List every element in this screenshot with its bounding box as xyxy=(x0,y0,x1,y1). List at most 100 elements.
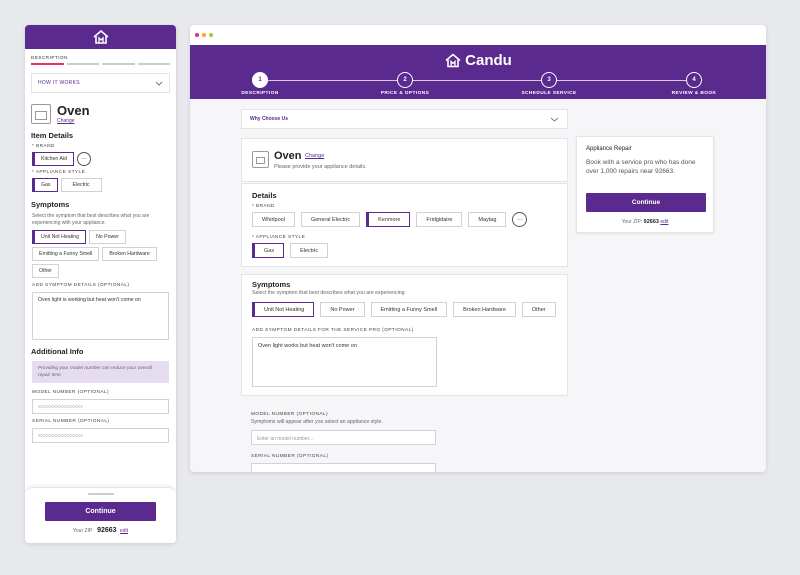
symptom-option[interactable]: Emitting a Funny Smell xyxy=(370,302,448,317)
step-schedule-service[interactable]: 3 SCHEDULE SERVICE xyxy=(504,72,594,96)
details-card: Details * BRAND Whirlpool General Electr… xyxy=(241,183,568,267)
step-number: 3 xyxy=(541,72,557,88)
progress-segment xyxy=(102,63,135,65)
brand-option[interactable]: Fridgidaire xyxy=(416,212,463,227)
serial-number-label: SERIAL NUMBER (OPTIONAL) xyxy=(32,419,110,425)
more-options-icon[interactable]: ··· xyxy=(76,152,91,166)
mobile-footer: Continue Your ZIP: 92663 edit xyxy=(25,487,176,543)
additional-info-heading: Additional Info xyxy=(31,347,84,356)
zip-edit-link[interactable]: edit xyxy=(660,219,668,225)
step-label: DESCRIPTION xyxy=(241,91,279,96)
change-link[interactable]: Change xyxy=(57,118,90,124)
symptom-option[interactable]: Other xyxy=(521,302,556,317)
step-price-options[interactable]: 2 PRICE & OPTIONS xyxy=(360,72,450,96)
symptom-option[interactable]: Emitting a Funny Smell xyxy=(32,247,100,261)
more-options-icon[interactable]: ··· xyxy=(512,212,528,227)
change-link[interactable]: Change xyxy=(305,153,324,159)
symptoms-heading: Symptoms xyxy=(252,280,291,289)
side-card-description: Book with a service pro who has done ove… xyxy=(586,159,696,176)
model-number-input[interactable]: Enter an model number... xyxy=(251,430,436,445)
style-option-gas[interactable]: Gas xyxy=(32,178,58,192)
continue-button[interactable]: Continue xyxy=(45,502,156,521)
model-number-input[interactable]: XXXXXXXXXXXXXXX xyxy=(32,399,169,415)
item-header: Oven Change xyxy=(25,93,176,124)
step-label: DESCRIPTION xyxy=(31,55,68,60)
zip-line: Your ZIP: 92663 edit xyxy=(577,219,713,225)
appliance-style-label: * APPLIANCE STYLE xyxy=(252,235,306,240)
brand-option[interactable]: Whirlpool xyxy=(252,212,295,227)
why-choose-us-accordion[interactable]: Why Choose Us xyxy=(241,109,568,129)
style-option-electric[interactable]: Electric xyxy=(290,243,329,258)
details-heading: Details xyxy=(252,191,277,200)
symptom-options: Unit Not Heating No Power Emitting a Fun… xyxy=(252,302,556,317)
symptom-details-textarea[interactable]: Oven light works but heat won't come on xyxy=(252,337,437,387)
candu-logo-icon[interactable] xyxy=(92,30,110,44)
brand-name: Candu xyxy=(465,52,512,69)
symptom-details-label: ADD SYMPTOM DETAILS FOR THE SERVICE PRO … xyxy=(252,328,414,333)
why-choose-us-label: Why Choose Us xyxy=(250,116,289,122)
close-window-dot[interactable] xyxy=(195,33,199,37)
symptom-details-textarea[interactable]: Oven light is working but heat won't com… xyxy=(32,292,169,340)
minimize-window-dot[interactable] xyxy=(202,33,206,37)
step-label: PRICE & OPTIONS xyxy=(380,91,430,96)
symptom-option[interactable]: Unit Not Heating xyxy=(32,230,87,244)
how-it-works-label: HOW IT WORKS xyxy=(38,80,80,86)
symptom-option[interactable]: No Power xyxy=(320,302,365,317)
step-number: 1 xyxy=(252,72,268,88)
oven-icon xyxy=(31,103,51,124)
symptom-details-label: ADD SYMPTOM DETAILS (OPTIONAL) xyxy=(32,283,130,288)
symptom-option[interactable]: Other xyxy=(32,264,59,278)
zip-edit-link[interactable]: edit xyxy=(120,528,128,534)
brand-option[interactable]: Kitchen Aid xyxy=(32,152,74,166)
brand-option[interactable]: Maytag xyxy=(468,212,507,227)
step-description[interactable]: 1 DESCRIPTION xyxy=(215,72,305,96)
symptoms-heading: Symptoms xyxy=(31,200,70,209)
progress-segment xyxy=(137,63,170,65)
brand-label: * BRAND xyxy=(252,204,275,209)
model-number-label: MODEL NUMBER (OPTIONAL) xyxy=(32,390,109,396)
step-number: 4 xyxy=(686,72,702,88)
step-label: REVIEW & BOOK xyxy=(671,91,717,96)
serial-number-input[interactable] xyxy=(251,463,436,472)
symptom-options: Unit Not Heating No Power Emitting a Fun… xyxy=(25,227,176,278)
step-connector xyxy=(260,80,696,81)
model-number-note: Providing your model number can reduce y… xyxy=(32,361,169,384)
chevron-down-icon xyxy=(155,81,163,86)
serial-number-label: SERIAL NUMBER (OPTIONAL) xyxy=(251,454,329,459)
brand-option[interactable]: General Electric xyxy=(300,212,361,227)
style-option-electric[interactable]: Electric xyxy=(60,178,102,192)
drawer-handle[interactable] xyxy=(87,493,114,495)
style-option-gas[interactable]: Gas xyxy=(252,243,285,258)
candu-logo[interactable]: Candu xyxy=(190,52,766,69)
symptom-option[interactable]: No Power xyxy=(89,230,126,244)
brand-option[interactable]: Kenmore xyxy=(366,212,411,227)
style-options: Gas Electric xyxy=(25,175,176,192)
progress-segment xyxy=(66,63,99,65)
item-details-heading: Item Details xyxy=(31,131,74,140)
oven-icon xyxy=(252,151,269,168)
zip-line: Your ZIP: 92663 edit xyxy=(25,527,176,534)
desktop-header: Candu 1 DESCRIPTION 2 PRICE & OPTIONS 3 … xyxy=(190,45,766,99)
item-card: Oven Change Please provide your applianc… xyxy=(241,138,568,182)
zip-prefix: Your ZIP: xyxy=(621,219,643,225)
step-number: 2 xyxy=(397,72,413,88)
appliance-repair-card: Appliance Repair Book with a service pro… xyxy=(576,136,714,233)
maximize-window-dot[interactable] xyxy=(209,33,213,37)
mobile-preview: DESCRIPTION HOW IT WORKS Oven Change Ite… xyxy=(25,25,176,543)
symptom-option[interactable]: Broken Hardware xyxy=(102,247,157,261)
zip-value: 92663 xyxy=(97,527,117,534)
continue-button[interactable]: Continue xyxy=(586,193,706,212)
chevron-down-icon xyxy=(550,117,559,122)
serial-number-input[interactable]: XXXXXXXXXXXXXXX xyxy=(32,428,169,444)
step-review-book[interactable]: 4 REVIEW & BOOK xyxy=(649,72,739,96)
mobile-header xyxy=(25,25,176,49)
step-label: SCHEDULE SERVICE xyxy=(521,91,577,96)
symptoms-description: Select the symptom that best describes w… xyxy=(252,290,405,296)
side-card-title: Appliance Repair xyxy=(586,146,632,152)
zip-prefix: Your ZIP: xyxy=(73,528,94,534)
symptom-option[interactable]: Broken Hardware xyxy=(453,302,516,317)
symptoms-card: Symptoms Select the symptom that best de… xyxy=(241,274,568,396)
style-options: Gas Electric xyxy=(252,243,329,258)
how-it-works-accordion[interactable]: HOW IT WORKS xyxy=(31,73,170,93)
symptom-option[interactable]: Unit Not Heating xyxy=(252,302,315,317)
